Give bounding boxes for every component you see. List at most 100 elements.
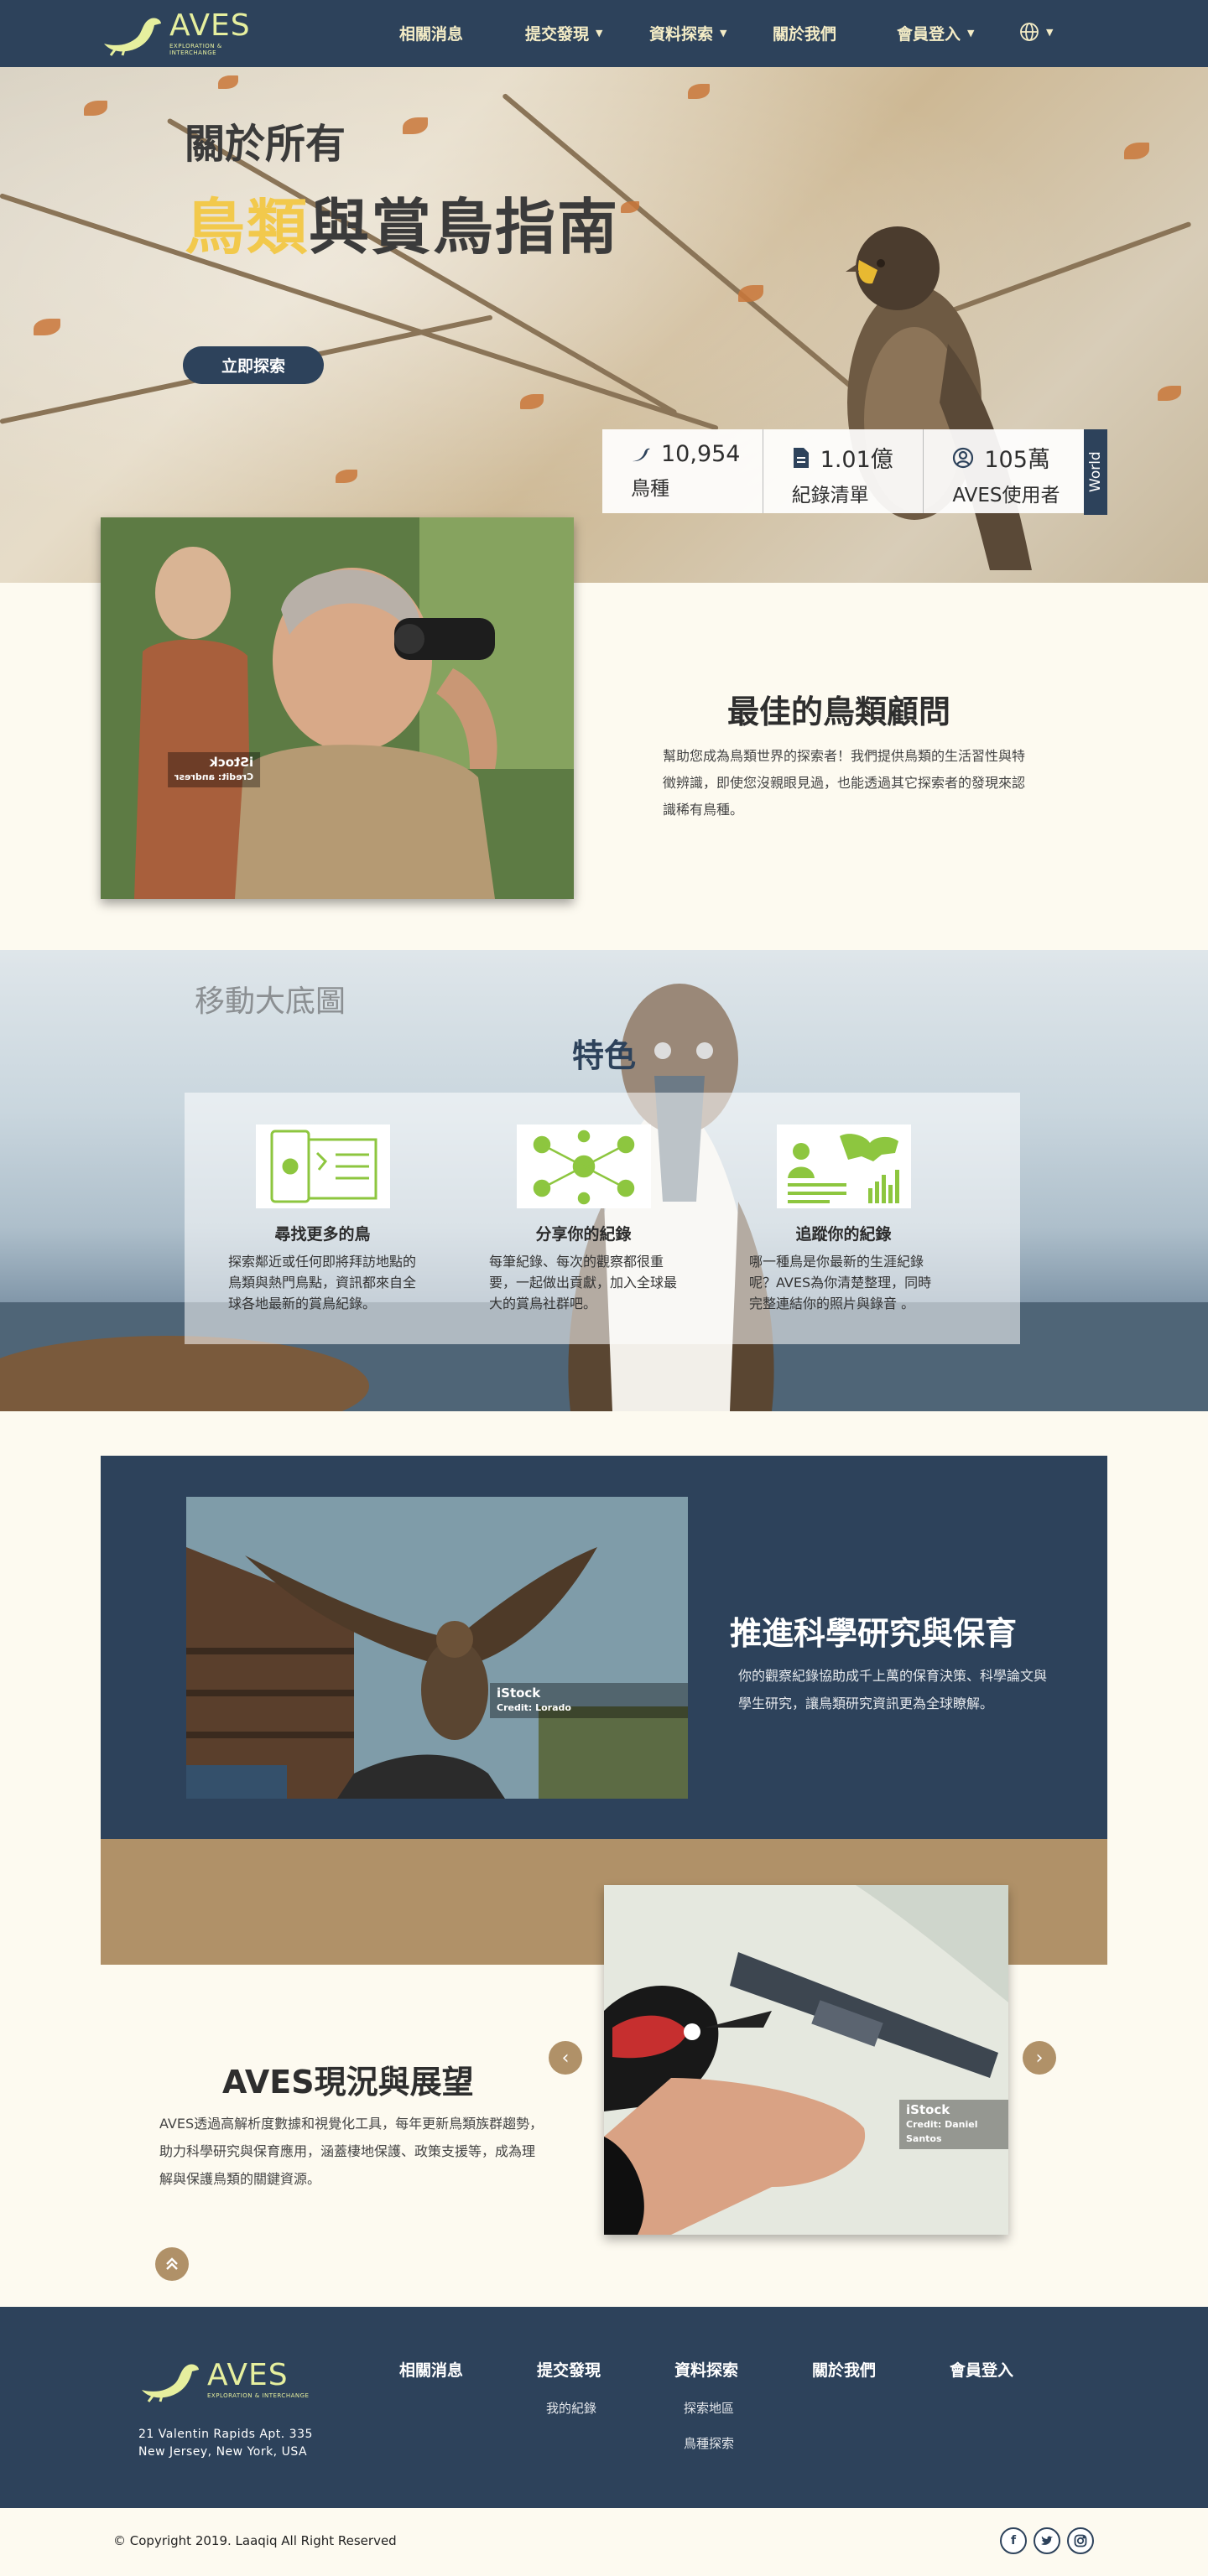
hero-heading-line2: 鳥類與賞鳥指南: [185, 178, 619, 266]
document-icon: [793, 447, 809, 468]
nav-item-login[interactable]: 會員登入 ▼: [897, 22, 974, 44]
footer-link-my-records[interactable]: 我的紀錄: [546, 2399, 596, 2417]
nav-item-label: 資料探索: [649, 25, 714, 44]
woodpecker-photo: iStock Credit: Daniel Santos: [604, 1885, 1008, 2235]
nav-item-explore[interactable]: 資料探索 ▼: [649, 22, 726, 44]
hawk-illustration: [186, 1497, 688, 1799]
watermark-text: iStock: [906, 2102, 950, 2117]
social-links: f: [1000, 2527, 1094, 2554]
logo[interactable]: AVES EXPLORATION & INTERCHANGE: [99, 8, 267, 59]
photo-watermark: iStock Credit: Lorado: [490, 1683, 688, 1718]
bird-logo-icon: [104, 18, 161, 56]
nav-item-about[interactable]: 關於我們: [773, 22, 836, 44]
stat-value: 105萬: [984, 447, 1050, 473]
carousel-next-button[interactable]: ›: [1023, 2041, 1056, 2075]
birdwatcher-photo: iStock Credit: andresr: [101, 517, 574, 899]
stat-species: 10,954 鳥種: [602, 429, 763, 513]
bird-icon: [633, 448, 650, 461]
address-line2: New Jersey, New York, USA: [138, 2445, 308, 2459]
advisor-title: 最佳的鳥類顧問: [726, 693, 950, 730]
nav-item-label: 相關消息: [399, 25, 464, 44]
hero-heading-line1: 關於所有: [185, 121, 346, 168]
prospects-title: AVES現況與展望: [222, 2064, 474, 2101]
world-stats-icon: [776, 1124, 911, 1208]
footer-link-explore-species[interactable]: 鳥種探索: [684, 2434, 734, 2452]
nav-item-label: 關於我們: [773, 25, 837, 44]
feature-card-find: 尋找更多的鳥 探索鄰近或任何即將拜訪地點的鳥類與熱門鳥點，資訊都來自全球各地最新…: [228, 1124, 417, 1314]
photo-watermark: iStock Credit: andresr: [168, 752, 261, 787]
feature-card-track: 追蹤你的紀錄 哪一種鳥是你最新的生涯紀錄呢？AVES為你清楚整理，同時完整連結你…: [749, 1124, 938, 1314]
brand-name: AVES: [169, 8, 251, 43]
footer-brand-name: AVES: [207, 2358, 289, 2392]
prospects-body: AVES透過高解析度數據和視覺化工具，每年更新鳥類族群趨勢，助力科學研究與保育應…: [159, 2116, 544, 2187]
stat-checklists: 1.01億 紀錄清單: [763, 429, 924, 513]
caret-down-icon: ▼: [720, 28, 727, 39]
research-body: 你的觀察紀錄協助成千上萬的保育決策、科學論文與學生研究，讓鳥類研究資訊更為全球瞭…: [738, 1668, 1048, 1711]
twitter-icon[interactable]: [1034, 2527, 1060, 2554]
footer: [0, 2307, 1208, 2508]
brand-tagline: EXPLORATION & INTERCHANGE: [169, 43, 222, 56]
footer-link-explore-regions[interactable]: 探索地區: [684, 2399, 734, 2417]
stats-panel: 10,954 鳥種 1.01億 紀錄清單 105萬 AVES使用者: [602, 429, 1084, 513]
language-selector[interactable]: ▼: [1019, 22, 1053, 42]
feature-title: 追蹤你的紀錄: [795, 1225, 892, 1244]
eagle-image: [846, 226, 1032, 570]
carousel-prev-button[interactable]: ‹: [549, 2041, 582, 2075]
birdwatcher-illustration: [101, 517, 574, 899]
footer-col-news[interactable]: 相關消息: [399, 2358, 463, 2381]
leaf: [688, 84, 710, 99]
chevron-left-icon: ‹: [561, 2047, 570, 2069]
leaf: [621, 201, 639, 213]
map-phone-icon: [255, 1124, 390, 1208]
footer-col-explore[interactable]: 資料探索: [674, 2358, 738, 2381]
background-label: 移動大底圖: [195, 984, 346, 1019]
facebook-icon[interactable]: f: [1000, 2527, 1027, 2554]
scroll-top-button[interactable]: [155, 2247, 189, 2281]
caret-down-icon: ▼: [1046, 26, 1054, 38]
leaf: [336, 470, 357, 483]
research-title: 推進科學研究與保育: [730, 1615, 1018, 1652]
caret-down-icon: ▼: [967, 28, 975, 39]
chevron-right-icon: ›: [1035, 2047, 1044, 2069]
world-tab[interactable]: World: [1084, 429, 1107, 515]
bird-logo-icon: [142, 2364, 199, 2402]
photo-credit: Credit: Lorado: [497, 1702, 571, 1713]
feature-title: 尋找更多的鳥: [274, 1225, 371, 1244]
photo-watermark: iStock Credit: Daniel Santos: [899, 2100, 1008, 2149]
explore-button[interactable]: 立即探索: [183, 346, 324, 384]
feature-card-share: 分享你的紀錄 每筆紀錄、每次的觀察都很重要，一起做出貢獻，加入全球最大的賞鳥社群…: [489, 1124, 678, 1314]
hero-heading-rest: 與賞鳥指南: [309, 192, 620, 262]
woodpecker-illustration: [604, 1885, 1008, 2235]
leaf: [34, 319, 60, 335]
nav-item-news[interactable]: 相關消息: [399, 22, 463, 44]
stat-label: AVES使用者: [952, 485, 1060, 506]
photo-credit: Credit: andresr: [174, 771, 254, 782]
photo-credit: Credit: Daniel Santos: [906, 2119, 978, 2144]
stat-label: 紀錄清單: [791, 485, 869, 506]
feature-body: 每筆紀錄、每次的觀察都很重要，一起做出貢獻，加入全球最大的賞鳥社群吧。: [489, 1254, 678, 1311]
footer-logo[interactable]: AVES EXPLORATION & INTERCHANGE: [137, 2356, 309, 2403]
leaf: [403, 117, 428, 134]
address-line1: 21 Valentin Rapids Apt. 335: [138, 2428, 313, 2441]
instagram-icon[interactable]: [1067, 2527, 1094, 2554]
stat-value: 1.01億: [820, 447, 893, 473]
footer-brand-tagline: EXPLORATION & INTERCHANGE: [207, 2392, 310, 2399]
watermark-text: iStock: [497, 1685, 541, 1701]
footer-col-about[interactable]: 關於我們: [812, 2358, 876, 2381]
caret-down-icon: ▼: [596, 28, 603, 39]
network-icon: [516, 1124, 651, 1208]
globe-icon: [1020, 23, 1039, 41]
hero-banner: 關於所有 鳥類與賞鳥指南 立即探索 10,954 鳥種 1.01億 紀錄清單 1…: [0, 67, 1208, 583]
footer-address: 21 Valentin Rapids Apt. 335 New Jersey, …: [138, 2426, 313, 2461]
features-title: 特色: [571, 1037, 636, 1074]
footer-col-login[interactable]: 會員登入: [950, 2358, 1013, 2381]
nav-item-submit[interactable]: 提交發現 ▼: [525, 22, 602, 44]
leaf: [218, 75, 238, 89]
footer-col-submit[interactable]: 提交發現: [537, 2358, 601, 2381]
feature-body: 哪一種鳥是你最新的生涯紀錄呢？AVES為你清楚整理，同時完整連結你的照片與錄音 …: [749, 1254, 932, 1311]
feature-title: 分享你的紀錄: [535, 1225, 632, 1244]
advisor-body: 幫助您成為鳥類世界的探索者！我們提供鳥類的生活習性與特徵辨識，即使您沒親眼見過，…: [663, 748, 1026, 818]
watermark-text: iStock: [209, 755, 254, 770]
stat-label: 鳥種: [631, 478, 669, 500]
leaf: [738, 285, 763, 302]
